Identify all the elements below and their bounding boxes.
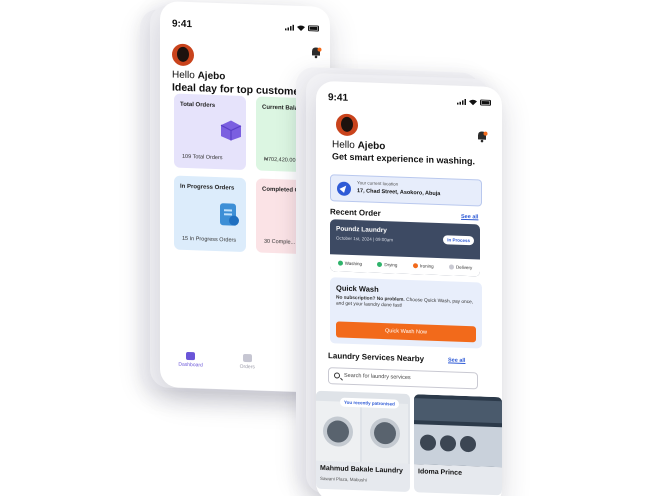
home-icon [186,351,196,361]
current-location[interactable]: Your current location 17, Chad Street, A… [330,174,482,207]
nearby-see-all-link[interactable]: See all [448,357,465,364]
signal-icon [285,24,294,31]
user-name: Ajebo [357,140,386,153]
stage-washing: Washing [337,260,362,266]
navigation-icon [337,181,351,196]
nearby-title: Laundry Services Nearby [328,351,425,364]
laundromat-image [414,394,502,468]
recent-order-see-all-link[interactable]: See all [461,214,478,221]
tab-dashboard[interactable]: Dashboard [178,351,203,375]
avatar[interactable] [172,43,194,67]
order-stages: Washing Drying Ironing Delivery [330,254,480,277]
status-time: 9:41 [172,17,193,30]
bell-icon[interactable] [310,46,322,59]
recent-order-title: Recent Order [330,207,381,219]
greeting: Hello Ajebo [332,139,386,153]
greeting: Hello Ajebo [172,69,226,83]
battery-icon [480,99,491,106]
search-input[interactable]: Search for laundry services [328,367,478,390]
battery-icon [308,25,319,32]
quick-wash-now-button[interactable]: Quick Wash Now [336,321,476,343]
wifi-icon [297,25,305,31]
user-name: Ajebo [197,70,226,83]
quick-wash-panel: Quick Wash No subscription? No problem. … [330,277,482,349]
phone-home: 9:41 Hello Ajebo Get smart experience in… [316,80,502,496]
stage-ironing: Ironing [412,263,434,269]
recent-order-card[interactable]: Poundz Laundry October 1st, 2024 | 09:00… [330,219,480,277]
stage-delivery: Delivery [448,264,472,270]
document-icon [220,203,239,226]
status-bar: 9:41 [172,17,320,34]
mockup-stage: 9:41 Hello Ajebo Ideal day for top custo… [0,0,654,496]
in-progress-orders-card[interactable]: In Progress Orders 15 In Progress Orders [174,175,246,253]
status-badge: In Process [443,235,474,246]
box-icon [220,120,242,141]
wifi-icon [469,99,477,106]
status-time: 9:41 [328,91,349,104]
tab-orders[interactable]: Orders [240,353,255,377]
subtitle: Get smart experience in washing. [332,151,476,167]
orders-icon [242,353,252,363]
stage-drying: Drying [377,261,397,268]
search-icon [334,372,340,379]
status-bar: 9:41 [328,91,492,109]
signal-icon [457,98,466,105]
bell-icon[interactable] [476,130,488,143]
avatar[interactable] [336,113,358,137]
total-orders-card[interactable]: Total Orders 109 Total Orders [174,93,246,171]
laundry-card[interactable]: Idoma Prince [414,394,502,496]
laundry-card[interactable]: You recently patronised Mahmud Bakale La… [316,390,410,493]
